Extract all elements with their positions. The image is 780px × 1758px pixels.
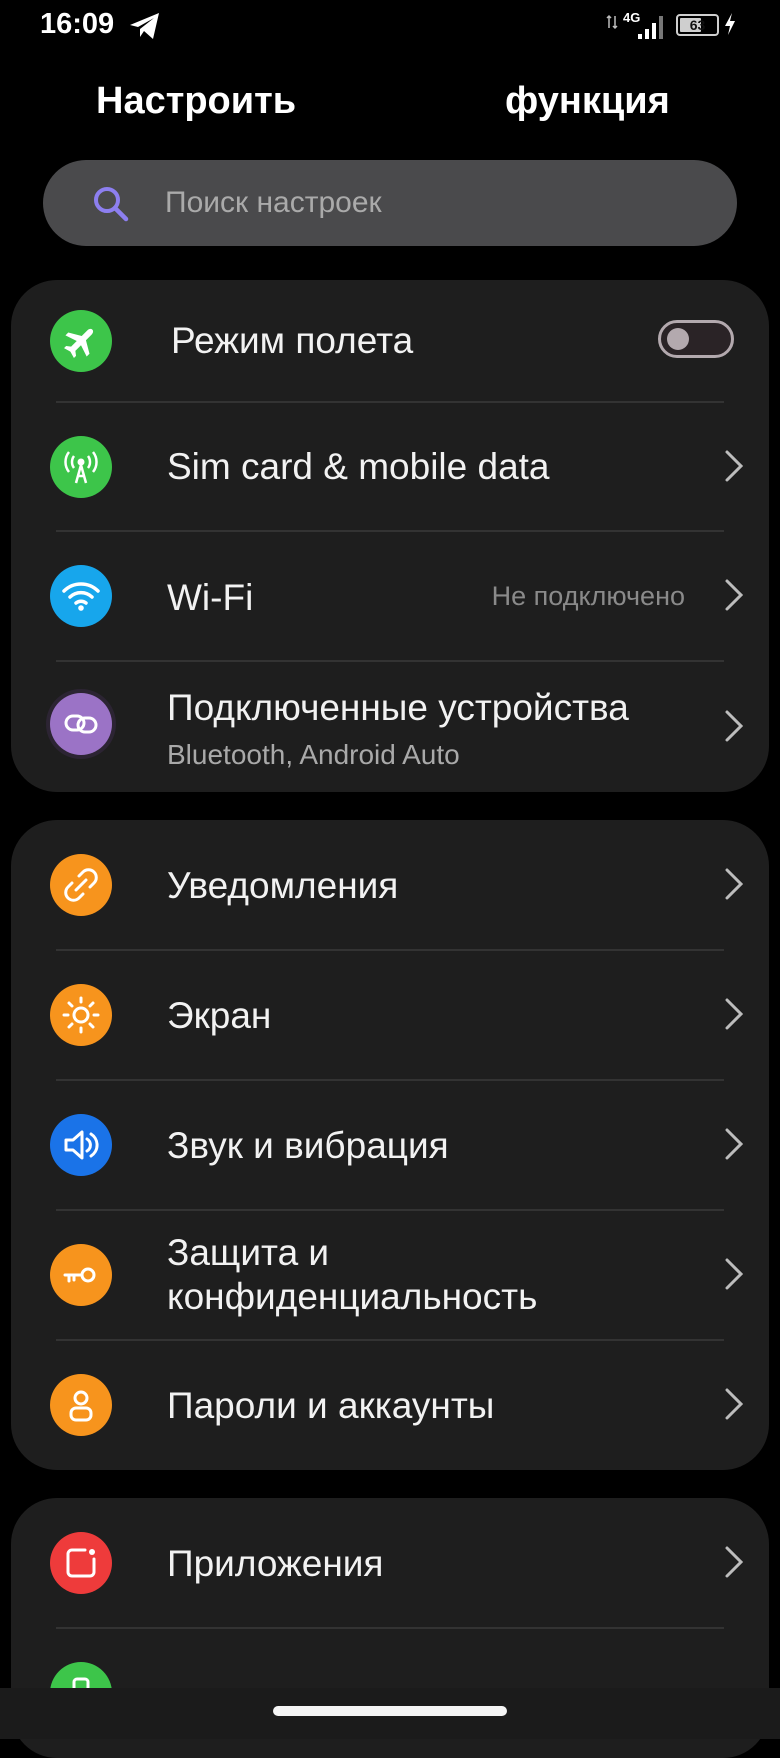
sun-icon [62,996,100,1034]
tab-customize[interactable]: Настроить [96,80,296,123]
connected-devices-subtitle: Bluetooth, Android Auto [167,739,460,770]
charging-icon [725,13,735,35]
link-icon-bg [50,693,112,755]
sound-row[interactable]: Звук и вибрация [11,1080,769,1210]
wifi-label: Wi-Fi [167,577,254,618]
privacy-row[interactable]: Защита и конфиденциальность [11,1210,769,1340]
airplane-mode-row[interactable]: Режим полета [11,280,769,402]
chevron-right-icon [725,1128,744,1160]
connectivity-card: Режим полета Sim card & mobile data Wi-F… [11,280,769,792]
search-bar[interactable] [43,160,737,246]
chevron-right-icon [725,579,744,611]
apps-label: Приложения [167,1543,384,1584]
display-label: Экран [167,995,272,1036]
privacy-label-line2: конфиденциальность [167,1276,538,1317]
data-arrows-icon [606,14,618,30]
airplane-icon [64,328,94,358]
airplane-mode-toggle[interactable] [658,320,734,358]
privacy-icon-bg [50,1244,112,1306]
signal-icon [638,16,663,39]
user-icon [69,1390,93,1422]
chevron-right-icon [725,450,744,482]
airplane-mode-label: Режим полета [171,320,414,361]
link-icon [64,714,98,734]
notifications-label: Уведомления [167,865,399,906]
chevron-right-icon [725,868,744,900]
passwords-accounts-row[interactable]: Пароли и аккаунты [11,1340,769,1470]
chevron-right-icon [725,710,744,742]
sim-mobile-data-label: Sim card & mobile data [167,446,550,487]
bell-link-icon [64,868,98,902]
accounts-icon-bg [50,1374,112,1436]
search-icon [94,187,129,222]
search-input[interactable] [165,160,685,246]
antenna-icon [64,451,98,484]
sound-label: Звук и вибрация [167,1125,449,1166]
home-gesture-handle[interactable] [273,1706,507,1716]
sound-icon-bg [50,1114,112,1176]
tab-functions[interactable]: функция [505,80,670,123]
system-card: Уведомления Экран Звук и вибрация Защита… [11,820,769,1470]
display-icon-bg [50,984,112,1046]
wifi-icon [62,582,100,611]
toggle-knob [667,328,689,350]
chevron-right-icon [725,998,744,1030]
notifications-icon-bg [50,854,112,916]
telegram-icon [130,13,159,39]
wifi-status: Не подключено [491,581,685,611]
chevron-right-icon [725,1258,744,1290]
privacy-label-line1: Защита и [167,1232,330,1273]
chevron-right-icon [725,1388,744,1420]
status-time: 16:09 [40,8,115,40]
passwords-accounts-label: Пароли и аккаунты [167,1385,495,1426]
apps-icon-bg [50,1532,112,1594]
connected-devices-row[interactable]: Подключенные устройства Bluetooth, Andro… [11,661,769,792]
connected-devices-label: Подключенные устройства [167,687,629,728]
sim-mobile-data-row[interactable]: Sim card & mobile data [11,402,769,531]
chevron-right-icon [725,1546,744,1578]
speaker-icon [64,1130,99,1160]
airplane-icon-bg [50,310,112,372]
key-icon [63,1267,96,1283]
apps-row[interactable]: Приложения [11,1498,769,1628]
battery-icon: 63 [676,14,719,36]
wifi-icon-bg [50,565,112,627]
battery-percent: 63 [689,17,706,33]
antenna-icon-bg [50,436,112,498]
display-row[interactable]: Экран [11,950,769,1080]
apps-icon [66,1548,96,1578]
status-bar: 16:09 4G 63 [0,0,780,56]
wifi-row[interactable]: Wi-Fi Не подключено [11,531,769,661]
notifications-row[interactable]: Уведомления [11,820,769,950]
navigation-bar [0,1688,780,1739]
